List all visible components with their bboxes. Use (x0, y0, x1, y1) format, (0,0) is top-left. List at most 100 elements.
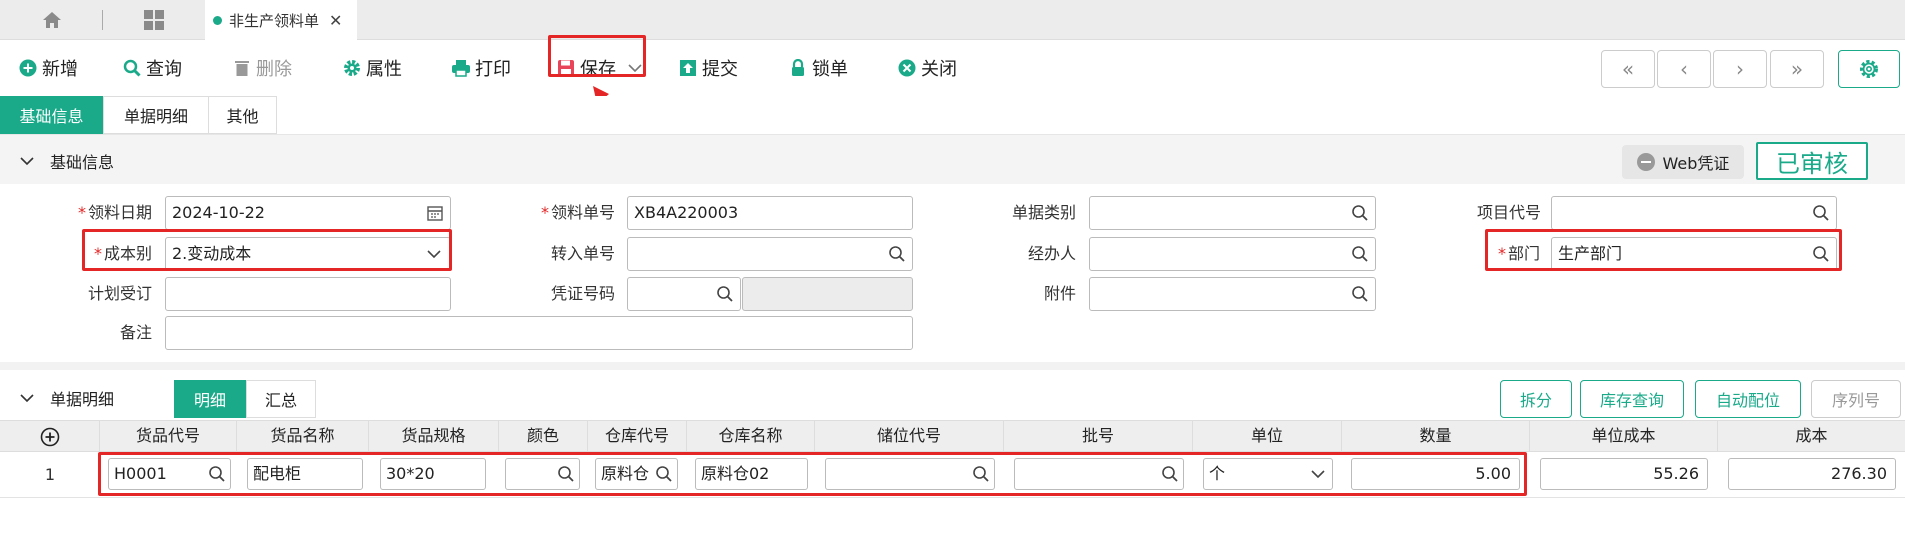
col-unit[interactable]: 单位 (1193, 421, 1342, 451)
color-cell[interactable] (505, 458, 580, 490)
chevron-down-icon[interactable] (628, 63, 642, 73)
chevron-down-icon (426, 245, 444, 263)
transfer-no-field[interactable] (627, 237, 913, 271)
voucher-no-field[interactable] (627, 277, 741, 311)
warehouse-code-cell[interactable]: 原料仓 (595, 458, 678, 490)
col-color[interactable]: 颜色 (499, 421, 588, 451)
settings-button[interactable] (1838, 50, 1900, 88)
search-icon[interactable] (1161, 465, 1179, 483)
lock-button[interactable]: 锁单 (788, 50, 848, 86)
apps-grid-icon[interactable] (140, 8, 168, 32)
search-icon[interactable] (557, 465, 575, 483)
split-button[interactable]: 拆分 (1500, 380, 1572, 418)
query-label: 查询 (146, 59, 182, 80)
search-icon[interactable] (655, 465, 673, 483)
first-record-button[interactable]: « (1601, 50, 1655, 88)
unit-cost-cell[interactable]: 55.26 (1540, 458, 1708, 490)
attachment-field[interactable] (1089, 277, 1376, 311)
web-voucher-button[interactable]: Web凭证 (1622, 145, 1744, 179)
minus-circle-icon (1636, 153, 1655, 171)
row-number: 1 (44, 465, 56, 484)
close-circle-icon (897, 58, 917, 78)
dept-field[interactable]: 生产部门 (1551, 237, 1837, 271)
unit-select-cell[interactable]: 个 (1203, 458, 1333, 490)
submit-button[interactable]: 提交 (678, 50, 738, 86)
warehouse-name-cell[interactable]: 原料仓02 (695, 458, 808, 490)
search-icon (122, 58, 142, 78)
active-dot-icon (213, 15, 222, 25)
basic-info-collapse[interactable]: 基础信息 (20, 149, 114, 173)
col-batch[interactable]: 批号 (1004, 421, 1193, 451)
tab-summary[interactable]: 汇总 (246, 380, 316, 418)
batch-cell[interactable] (1014, 458, 1184, 490)
plan-order-field[interactable] (165, 277, 451, 311)
search-icon[interactable] (208, 465, 226, 483)
order-no-field[interactable]: XB4A220003 (627, 196, 913, 230)
query-button[interactable]: 查询 (122, 50, 182, 86)
next-record-button[interactable]: › (1713, 50, 1767, 88)
tab-detail[interactable]: 单据明细 (103, 96, 209, 134)
status-badge: 已审核 (1756, 142, 1868, 180)
save-button[interactable]: 保存 (556, 50, 642, 86)
handler-field[interactable] (1089, 237, 1376, 271)
quantity-cell[interactable]: 5.00 (1351, 458, 1520, 490)
voucher-no-label: 凭证号码 (550, 284, 615, 303)
date-label: * 领料日期 (77, 203, 152, 222)
remark-field[interactable] (165, 316, 913, 350)
printer-icon (451, 58, 471, 78)
print-button[interactable]: 打印 (451, 50, 511, 86)
add-row-button[interactable] (0, 421, 100, 451)
project-code-field[interactable] (1551, 196, 1837, 230)
table-row: 1 H0001 配电柜 30*20 原料仓 原料仓02 个 5.00 55.26… (0, 452, 1905, 498)
serial-number-button[interactable]: 序列号 (1811, 380, 1901, 418)
chevron-down-icon (20, 156, 34, 166)
doc-type-field[interactable] (1089, 196, 1376, 230)
attachment-label: 附件 (1043, 284, 1076, 303)
grid-header: 货品代号 货品名称 货品规格 颜色 仓库代号 仓库名称 储位代号 批号 单位 数… (0, 420, 1905, 452)
col-cost[interactable]: 成本 (1718, 421, 1905, 451)
doc-type-label: 单据类别 (1011, 203, 1076, 222)
home-icon[interactable] (28, 8, 76, 32)
close-tab-icon[interactable]: ✕ (329, 11, 342, 30)
search-icon[interactable] (1351, 285, 1369, 303)
detail-collapse[interactable]: 单据明细 (20, 386, 114, 410)
auto-locate-button[interactable]: 自动配位 (1695, 380, 1801, 418)
col-item-spec[interactable]: 货品规格 (369, 421, 499, 451)
search-icon[interactable] (716, 285, 734, 303)
search-icon[interactable] (972, 465, 990, 483)
search-icon[interactable] (1351, 204, 1369, 222)
item-spec-cell[interactable]: 30*20 (380, 458, 486, 490)
last-record-button[interactable]: » (1770, 50, 1824, 88)
tab-other[interactable]: 其他 (208, 96, 277, 134)
tab-non-production-requisition[interactable]: 非生产领料单 ✕ (205, 0, 357, 40)
col-warehouse-name[interactable]: 仓库名称 (687, 421, 815, 451)
item-code-cell[interactable]: H0001 (108, 458, 231, 490)
location-code-cell[interactable] (825, 458, 995, 490)
item-name-cell[interactable]: 配电柜 (247, 458, 363, 490)
search-icon[interactable] (1812, 204, 1830, 222)
delete-button[interactable]: 删除 (232, 50, 292, 86)
col-location-code[interactable]: 储位代号 (815, 421, 1004, 451)
close-button[interactable]: 关闭 (897, 50, 957, 86)
prev-record-button[interactable]: ‹ (1657, 50, 1711, 88)
calendar-icon[interactable] (426, 204, 444, 222)
new-button[interactable]: 新增 (18, 50, 78, 86)
detail-grid: 货品代号 货品名称 货品规格 颜色 仓库代号 仓库名称 储位代号 批号 单位 数… (0, 420, 1905, 541)
cost-type-select[interactable]: 2.变动成本 (165, 237, 451, 271)
gear-icon (1858, 58, 1880, 80)
search-icon[interactable] (1351, 245, 1369, 263)
tab-detail-lines[interactable]: 明细 (174, 380, 246, 418)
search-icon[interactable] (888, 245, 906, 263)
col-unit-cost[interactable]: 单位成本 (1530, 421, 1718, 451)
tab-divider (102, 10, 103, 30)
col-item-name[interactable]: 货品名称 (237, 421, 369, 451)
cost-cell[interactable]: 276.30 (1728, 458, 1896, 490)
date-field[interactable]: 2024-10-22 (165, 196, 451, 230)
properties-button[interactable]: 属性 (342, 50, 402, 86)
col-warehouse-code[interactable]: 仓库代号 (588, 421, 687, 451)
col-item-code[interactable]: 货品代号 (100, 421, 237, 451)
stock-query-button[interactable]: 库存查询 (1580, 380, 1684, 418)
col-quantity[interactable]: 数量 (1342, 421, 1530, 451)
search-icon[interactable] (1812, 245, 1830, 263)
tab-basic-info[interactable]: 基础信息 (0, 96, 103, 134)
